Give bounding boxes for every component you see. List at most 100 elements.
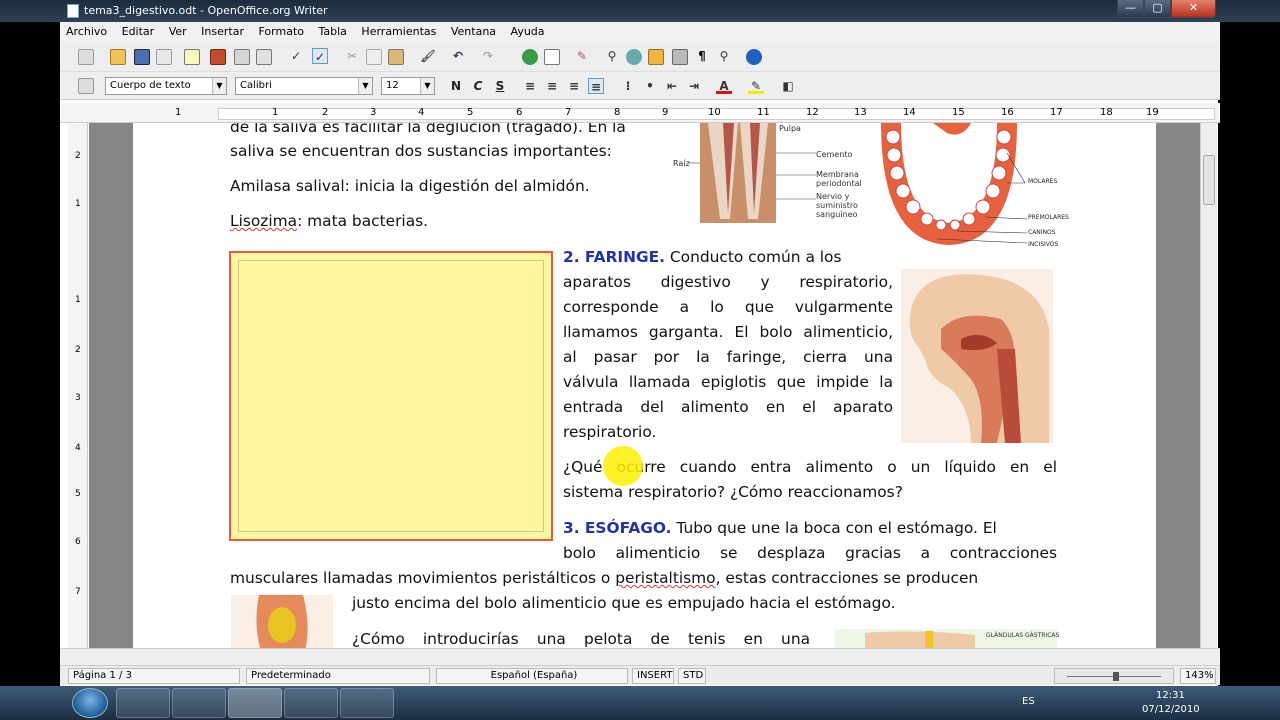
document-workspace[interactable]: de la saliva es facilitar la deglución (…: [89, 123, 1200, 648]
menu-herramientas[interactable]: Herramientas: [355, 22, 441, 38]
spell-error-word: Lisozima: [230, 212, 298, 230]
navigator-icon[interactable]: [626, 49, 642, 65]
menu-ventana[interactable]: Ventana: [445, 22, 501, 38]
faringe-line: respiratorio.: [563, 423, 657, 441]
language-indicator[interactable]: Español (España): [436, 668, 628, 684]
selection-mode[interactable]: STD: [678, 668, 706, 684]
highlight-icon[interactable]: ✎: [748, 78, 764, 94]
help-icon[interactable]: [746, 49, 762, 65]
page-preview-icon[interactable]: [256, 49, 272, 65]
format-paintbrush-icon[interactable]: 🖌: [420, 48, 436, 64]
open-folder-icon[interactable]: [110, 49, 126, 65]
italic-button[interactable]: C: [470, 78, 486, 94]
tooth-label: Raíz: [673, 159, 690, 168]
print-icon[interactable]: [234, 49, 250, 65]
input-language[interactable]: ES: [1022, 696, 1035, 707]
hyperlink-icon[interactable]: [522, 49, 538, 65]
formatting-marks-icon[interactable]: ¶: [694, 48, 710, 64]
writer-taskbar-icon[interactable]: [228, 688, 282, 718]
menu-ver[interactable]: Ver: [163, 22, 192, 38]
explorer-taskbar-icon[interactable]: [116, 688, 170, 718]
ruler-number: 8: [614, 107, 621, 118]
vruler-number: 3: [75, 393, 81, 403]
app-taskbar-icon[interactable]: [340, 688, 394, 718]
underline-button[interactable]: S: [492, 78, 508, 94]
data-sources-icon[interactable]: [672, 49, 688, 65]
zoom-icon[interactable]: ⚲: [716, 48, 732, 64]
page-style[interactable]: Predeterminado: [246, 668, 430, 684]
bullets-icon[interactable]: •: [642, 78, 658, 94]
align-left-icon[interactable]: ≡: [522, 78, 538, 94]
bold-button[interactable]: N: [448, 78, 464, 94]
paragraph-style-combo[interactable]: Cuerpo de texto ▼: [105, 77, 227, 95]
find-binoculars-icon[interactable]: ⚲: [604, 48, 620, 64]
save-icon[interactable]: [134, 49, 150, 65]
page-count[interactable]: Página 1 / 3: [68, 668, 240, 684]
horizontal-scrollbar[interactable]: [60, 648, 1220, 665]
vertical-ruler[interactable]: 2 1 1 2 3 4 5 6 7: [68, 123, 88, 648]
app-taskbar-icon[interactable]: [284, 688, 338, 718]
maximize-button[interactable]: ▢: [1144, 0, 1171, 18]
table-icon[interactable]: [544, 49, 560, 65]
ruler-number: 13: [854, 107, 867, 118]
justify-icon[interactable]: ≡: [588, 78, 604, 94]
chevron-down-icon[interactable]: ▼: [420, 78, 434, 94]
spell-error-word: peristaltismo: [615, 569, 716, 587]
zoom-slider-handle[interactable]: [1113, 672, 1119, 681]
ruler-number: 16: [1001, 107, 1014, 118]
new-document-icon[interactable]: [78, 49, 94, 65]
menu-insertar[interactable]: Insertar: [195, 22, 249, 38]
spellcheck-icon[interactable]: ✓: [288, 48, 304, 64]
edit-file-icon[interactable]: [184, 49, 200, 65]
decrease-indent-icon[interactable]: ⇤: [664, 78, 680, 94]
faringe-line: entrada del alimento en el aparato: [563, 398, 893, 416]
chevron-down-icon[interactable]: ▼: [358, 78, 372, 94]
draw-functions-icon[interactable]: ✎: [574, 48, 590, 64]
text-line: saliva se encuentran dos sustancias impo…: [230, 142, 612, 160]
insert-mode[interactable]: INSERT: [632, 668, 674, 684]
font-name-combo[interactable]: Calibri ▼: [235, 77, 373, 95]
jaw-label: INCISIVOS: [1028, 241, 1059, 248]
scrollbar-thumb[interactable]: [1203, 155, 1215, 205]
menu-formato[interactable]: Formato: [253, 22, 310, 38]
menu-archivo[interactable]: Archivo: [60, 22, 112, 38]
minimize-button[interactable]: —: [1117, 0, 1144, 18]
horizontal-ruler[interactable]: 1 1 2 3 4 5 6 7 8 9 10 11 12 13 14 15 16…: [60, 103, 1220, 123]
gallery-icon[interactable]: [648, 49, 664, 65]
align-right-icon[interactable]: ≡: [566, 78, 582, 94]
vertical-scrollbar[interactable]: [1200, 123, 1217, 648]
increase-indent-icon[interactable]: ⇥: [686, 78, 702, 94]
auto-spellcheck-icon[interactable]: ✓: [312, 48, 328, 64]
font-color-icon[interactable]: A: [716, 78, 732, 94]
email-icon[interactable]: [156, 49, 172, 65]
menu-tabla[interactable]: Tabla: [313, 22, 352, 38]
copy-icon[interactable]: [366, 49, 382, 65]
menu-editar[interactable]: Editar: [116, 22, 160, 38]
clock-time[interactable]: 12:31: [1156, 690, 1185, 701]
faringe-line: llamamos garganta. El bolo alimenticio,: [563, 323, 893, 341]
esofago-line-1: 3. ESÓFAGO. Tubo que une la boca con el …: [563, 516, 997, 541]
yellow-frame[interactable]: [229, 251, 553, 541]
menu-ayuda[interactable]: Ayuda: [505, 22, 550, 38]
paste-icon[interactable]: [388, 49, 404, 65]
font-size-combo[interactable]: 12 ▼: [381, 77, 435, 95]
styles-formatting-icon[interactable]: [78, 78, 94, 94]
start-button[interactable]: [72, 688, 108, 718]
text-fragment: Tubo que une la boca con el estómago. El: [671, 519, 997, 537]
zoom-percent[interactable]: 143%: [1180, 668, 1216, 684]
cut-icon[interactable]: ✂: [344, 48, 360, 64]
clock-date[interactable]: 07/12/2010: [1142, 704, 1200, 715]
zoom-slider[interactable]: [1054, 668, 1174, 684]
close-button[interactable]: ✕: [1171, 0, 1216, 18]
redo-icon[interactable]: ↷: [480, 48, 496, 64]
background-color-icon[interactable]: ◧: [780, 78, 796, 94]
ruler-number: 7: [565, 107, 572, 118]
export-pdf-icon[interactable]: [210, 49, 226, 65]
document-page[interactable]: de la saliva es facilitar la deglución (…: [133, 123, 1156, 648]
chevron-down-icon[interactable]: ▼: [212, 78, 226, 94]
vruler-number: 6: [75, 537, 81, 547]
undo-icon[interactable]: ↶: [450, 48, 466, 64]
numbering-icon[interactable]: ⁝: [620, 78, 636, 94]
media-player-taskbar-icon[interactable]: [172, 688, 226, 718]
align-center-icon[interactable]: ≡: [544, 78, 560, 94]
